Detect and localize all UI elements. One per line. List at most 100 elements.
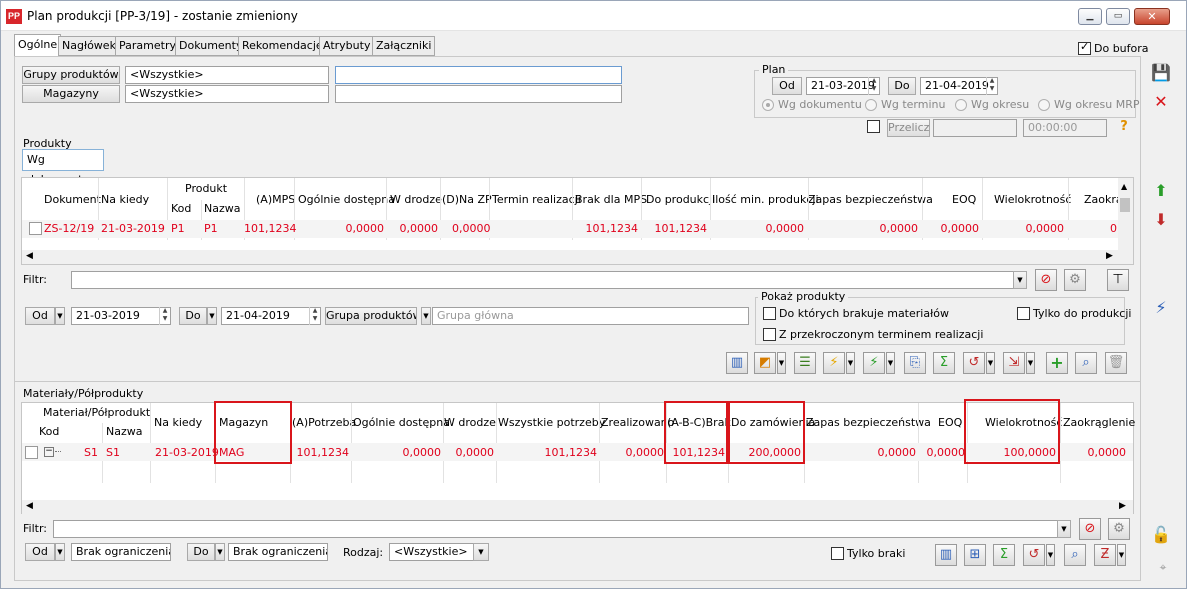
undo-dropdown[interactable]: ▼ bbox=[986, 352, 995, 374]
lightning-dropdown[interactable]: ▼ bbox=[846, 352, 855, 374]
plan-do-button[interactable]: Do bbox=[888, 77, 916, 95]
upload-icon[interactable]: ⬆ bbox=[1149, 179, 1173, 203]
col-na-zp[interactable]: (D)Na ZP bbox=[442, 193, 492, 207]
produkty-do-spinner[interactable]: ▲ ▼ bbox=[309, 307, 320, 325]
search-icon[interactable]: ⌕ bbox=[1075, 352, 1097, 374]
przelicz-button[interactable]: Przelicz bbox=[887, 119, 930, 137]
maximize-button[interactable]: ▭ bbox=[1106, 8, 1130, 25]
lightning-green-dropdown[interactable]: ▼ bbox=[886, 352, 895, 374]
help-icon[interactable]: ? bbox=[1113, 117, 1135, 139]
export-icon[interactable]: ⇲ bbox=[1003, 352, 1025, 374]
col-dokument[interactable]: Dokument bbox=[44, 193, 101, 207]
col-kod[interactable]: Kod bbox=[171, 202, 191, 216]
plan-do-spinner[interactable]: ▲ ▼ bbox=[986, 77, 997, 95]
mat-do-button[interactable]: Do bbox=[187, 543, 215, 561]
trash-icon[interactable]: 🗑 bbox=[1105, 352, 1127, 374]
radio-wg-dokumentu[interactable] bbox=[762, 99, 774, 111]
pin-icon[interactable]: ⌖ bbox=[1151, 555, 1175, 579]
row-checkbox[interactable] bbox=[29, 222, 42, 235]
col-w-drodze[interactable]: W drodze bbox=[390, 193, 442, 207]
col-produkt[interactable]: Produkt bbox=[185, 182, 227, 196]
tab-zalaczniki[interactable]: Załączniki bbox=[372, 36, 436, 56]
mat-undo-dropdown[interactable]: ▼ bbox=[1046, 544, 1055, 566]
mat-sort-dropdown[interactable]: ▼ bbox=[1117, 544, 1126, 566]
mat-od-dropdown[interactable]: ▼ bbox=[55, 543, 65, 561]
col-ilosc-min[interactable]: Ilość min. produkcji bbox=[712, 193, 819, 207]
produkty-od-button[interactable]: Od bbox=[25, 307, 55, 325]
przelicz-checkbox[interactable] bbox=[867, 120, 880, 133]
list-icon[interactable]: ☰ bbox=[794, 352, 816, 374]
mat-undo-icon[interactable]: ↺ bbox=[1023, 544, 1045, 566]
sum-icon[interactable]: Σ bbox=[933, 352, 955, 374]
rodzaj-dropdown[interactable]: ▼ bbox=[473, 543, 489, 561]
col-mat-ogolnie[interactable]: Ogólnie dostępna bbox=[353, 416, 450, 430]
mat-sort-icon[interactable]: Ƶ bbox=[1094, 544, 1116, 566]
col-mat-kod[interactable]: Kod bbox=[39, 425, 59, 439]
mat-od-field[interactable]: Brak ograniczenia bbox=[71, 543, 171, 561]
mat-chart-icon[interactable]: ▥ bbox=[935, 544, 957, 566]
col-material[interactable]: Materiał/Półprodukt bbox=[43, 406, 150, 420]
col-termin[interactable]: Termin realizacji bbox=[492, 193, 581, 207]
grupa-produktow-dropdown[interactable]: ▼ bbox=[421, 307, 431, 325]
col-mat-zaokraglenie[interactable]: Zaokrąglenie bbox=[1063, 416, 1135, 430]
magazyny-extra-field[interactable] bbox=[335, 85, 622, 103]
download-icon[interactable]: ⬇ bbox=[1149, 208, 1173, 232]
materialy-filtr-input[interactable] bbox=[53, 520, 1071, 538]
radio-wg-okresu-mrp[interactable] bbox=[1038, 99, 1050, 111]
close-button[interactable]: ✕ bbox=[1134, 8, 1170, 25]
col-mat-potrzeba[interactable]: (A)Potrzeba bbox=[292, 416, 356, 430]
mat-filter-settings-icon[interactable]: ⚙ bbox=[1108, 518, 1130, 540]
plan-od-spinner[interactable]: ▲ ▼ bbox=[868, 77, 879, 95]
mat-do-dropdown[interactable]: ▼ bbox=[215, 543, 225, 561]
tab-naglowek[interactable]: Nagłówek bbox=[58, 36, 120, 56]
document-icon[interactable]: ⎘ bbox=[904, 352, 926, 374]
col-ogolnie[interactable]: Ogólnie dostępna bbox=[298, 193, 395, 207]
tylko-braki-checkbox[interactable] bbox=[831, 547, 844, 560]
przelicz-date[interactable] bbox=[933, 119, 1017, 137]
col-nazwa[interactable]: Nazwa bbox=[204, 202, 240, 216]
col-mps[interactable]: (A)MPS bbox=[256, 193, 295, 207]
przelicz-time[interactable]: 00:00:00 bbox=[1023, 119, 1107, 137]
grupy-produktow-field[interactable]: <Wszystkie> bbox=[125, 66, 329, 84]
materialy-filtr-dropdown[interactable]: ▼ bbox=[1057, 520, 1071, 538]
col-do-produkcji[interactable]: Do produkcji bbox=[646, 193, 715, 207]
clear-filter-icon[interactable]: ⊘ bbox=[1035, 269, 1057, 291]
mat-od-button[interactable]: Od bbox=[25, 543, 55, 561]
save-icon[interactable]: 💾 bbox=[1149, 61, 1173, 85]
tab-atrybuty[interactable]: Atrybuty bbox=[319, 36, 375, 56]
col-mat-eoq[interactable]: EOQ bbox=[938, 416, 962, 430]
undo-icon[interactable]: ↺ bbox=[963, 352, 985, 374]
radio-wg-okresu[interactable] bbox=[955, 99, 967, 111]
add-icon[interactable]: + bbox=[1046, 352, 1068, 374]
cancel-icon[interactable]: ✕ bbox=[1149, 90, 1173, 114]
magazyny-button[interactable]: Magazyny bbox=[22, 85, 120, 103]
filter-settings-icon[interactable]: ⚙ bbox=[1064, 269, 1086, 291]
produkty-filtr-input[interactable] bbox=[71, 271, 1027, 289]
tab-ogolne[interactable]: Ogólne bbox=[14, 34, 62, 56]
radio-wg-terminu[interactable] bbox=[865, 99, 877, 111]
generate-dropdown[interactable]: ▼ bbox=[777, 352, 786, 374]
tab-rekomendacje[interactable]: Rekomendacje bbox=[238, 36, 327, 56]
mat-sum-icon[interactable]: Σ bbox=[993, 544, 1015, 566]
col-brak-mps[interactable]: Brak dla MPS bbox=[575, 193, 647, 207]
tab-dokumenty[interactable]: Dokumenty bbox=[175, 36, 247, 56]
col-zaokr[interactable]: Zaokrą bbox=[1084, 193, 1123, 207]
collapse-icon[interactable]: − bbox=[44, 447, 54, 457]
grupy-extra-field[interactable] bbox=[335, 66, 622, 84]
filter-apply-icon[interactable]: ⊤ bbox=[1107, 269, 1129, 291]
pokaz-brakuje-checkbox[interactable] bbox=[763, 307, 776, 320]
tab-wg-dokumentu[interactable]: Wg dokumentu bbox=[22, 149, 104, 186]
produkty-od-spinner[interactable]: ▲ ▼ bbox=[159, 307, 170, 325]
mat-steps-icon[interactable]: ⊞ bbox=[964, 544, 986, 566]
tylko-do-produkcji-checkbox[interactable] bbox=[1017, 307, 1030, 320]
produkty-filtr-dropdown[interactable]: ▼ bbox=[1013, 271, 1027, 289]
col-mat-na-kiedy[interactable]: Na kiedy bbox=[154, 416, 202, 430]
plan-od-button[interactable]: Od bbox=[772, 77, 802, 95]
col-eoq[interactable]: EOQ bbox=[952, 193, 976, 207]
do-bufora-checkbox[interactable] bbox=[1078, 40, 1091, 55]
tab-parametry[interactable]: Parametry bbox=[115, 36, 180, 56]
col-mat-nazwa[interactable]: Nazwa bbox=[106, 425, 142, 439]
mat-horizontal-scrollbar[interactable]: ◀ ▶ bbox=[22, 500, 1133, 514]
vertical-scrollbar[interactable]: ▲ ▼ bbox=[1118, 178, 1133, 263]
produkty-do-button[interactable]: Do bbox=[179, 307, 207, 325]
